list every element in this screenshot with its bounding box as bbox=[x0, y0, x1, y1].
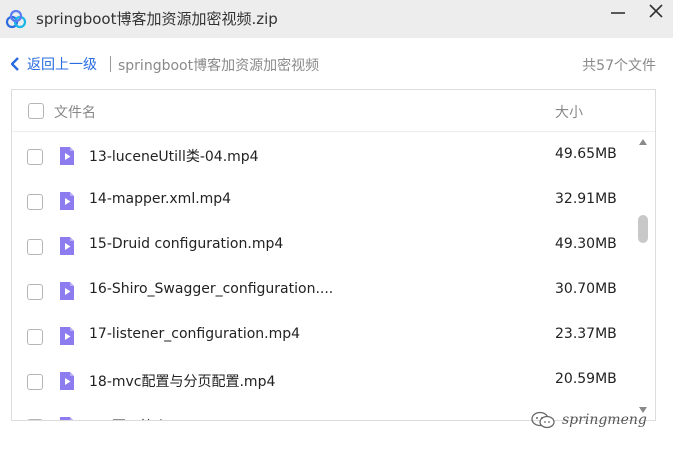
watermark: springmeng bbox=[530, 410, 647, 430]
file-name: 16-Shiro_Swagger_configuration.... bbox=[89, 281, 334, 297]
window-title: springboot博客加资源加密视频.zip bbox=[36, 10, 278, 28]
title-bar: springboot博客加资源加密视频.zip bbox=[0, 0, 673, 38]
video-file-icon bbox=[60, 237, 74, 255]
back-label: 返回上一级 bbox=[27, 57, 97, 73]
wechat-logo-icon bbox=[531, 411, 555, 429]
list-header: 文件名 大小 bbox=[12, 90, 655, 132]
file-count: 共57个文件 bbox=[582, 58, 656, 74]
row-checkbox[interactable] bbox=[27, 194, 43, 210]
vertical-scrollbar[interactable] bbox=[635, 136, 651, 418]
file-size: 49.65MB bbox=[555, 146, 617, 162]
file-name: 13-luceneUtill类-04.mp4 bbox=[89, 149, 259, 165]
chevron-left-icon bbox=[10, 57, 19, 71]
minimize-icon[interactable] bbox=[606, 1, 630, 25]
cloud-logo-icon bbox=[5, 9, 27, 29]
file-list-panel: 文件名 大小 13-luceneUtill类-04.mp4 49.65MB 14-m… bbox=[11, 89, 656, 421]
file-row[interactable]: 14-mapper.xml.mp4 32.91MB bbox=[12, 180, 632, 225]
watermark-text: springmeng bbox=[562, 412, 647, 428]
close-icon[interactable] bbox=[644, 0, 668, 24]
file-name: 14-mapper.xml.mp4 bbox=[89, 191, 232, 207]
breadcrumb: springboot博客加资源加密视频 bbox=[118, 58, 320, 74]
row-checkbox[interactable] bbox=[27, 419, 43, 420]
nav-divider bbox=[110, 56, 111, 72]
scroll-thumb[interactable] bbox=[638, 215, 648, 243]
video-file-icon bbox=[60, 282, 74, 300]
file-name: 18-mvc配置与分页配置.mp4 bbox=[89, 374, 276, 390]
column-header-size[interactable]: 大小 bbox=[555, 102, 583, 122]
file-size: 23.37MB bbox=[555, 326, 617, 342]
file-size: 49.30MB bbox=[555, 236, 617, 252]
column-header-name[interactable]: 文件名 bbox=[54, 102, 96, 122]
row-checkbox[interactable] bbox=[27, 284, 43, 300]
file-row[interactable]: 13-luceneUtill类-04.mp4 49.65MB bbox=[12, 135, 632, 180]
file-name: 15-Druid configuration.mp4 bbox=[89, 236, 284, 252]
row-checkbox[interactable] bbox=[27, 239, 43, 255]
file-row[interactable]: 17-listener_configuration.mp4 23.37MB bbox=[12, 315, 632, 360]
video-file-icon bbox=[60, 327, 74, 345]
file-name: 19-页面简介.mp4 bbox=[89, 416, 204, 420]
select-all-checkbox[interactable] bbox=[28, 103, 44, 119]
video-file-icon bbox=[60, 417, 73, 420]
file-size: 20.59MB bbox=[555, 371, 617, 387]
row-checkbox[interactable] bbox=[27, 149, 43, 165]
video-file-icon bbox=[60, 192, 74, 210]
file-row[interactable]: 16-Shiro_Swagger_configuration.... 30.70M… bbox=[12, 270, 632, 315]
video-file-icon bbox=[60, 372, 74, 390]
row-checkbox[interactable] bbox=[27, 329, 43, 345]
scroll-up-arrow-icon[interactable] bbox=[638, 138, 648, 146]
row-checkbox[interactable] bbox=[27, 374, 43, 390]
back-button[interactable]: 返回上一级 bbox=[9, 54, 97, 74]
file-name: 17-listener_configuration.mp4 bbox=[89, 326, 301, 342]
navigation-bar: 返回上一级 springboot博客加资源加密视频 共57个文件 bbox=[0, 38, 673, 82]
file-size: 32.91MB bbox=[555, 191, 617, 207]
file-row[interactable]: 18-mvc配置与分页配置.mp4 20.59MB bbox=[12, 360, 632, 405]
file-size: 30.70MB bbox=[555, 281, 617, 297]
video-file-icon bbox=[60, 147, 74, 165]
file-row[interactable]: 15-Druid configuration.mp4 49.30MB bbox=[12, 225, 632, 270]
